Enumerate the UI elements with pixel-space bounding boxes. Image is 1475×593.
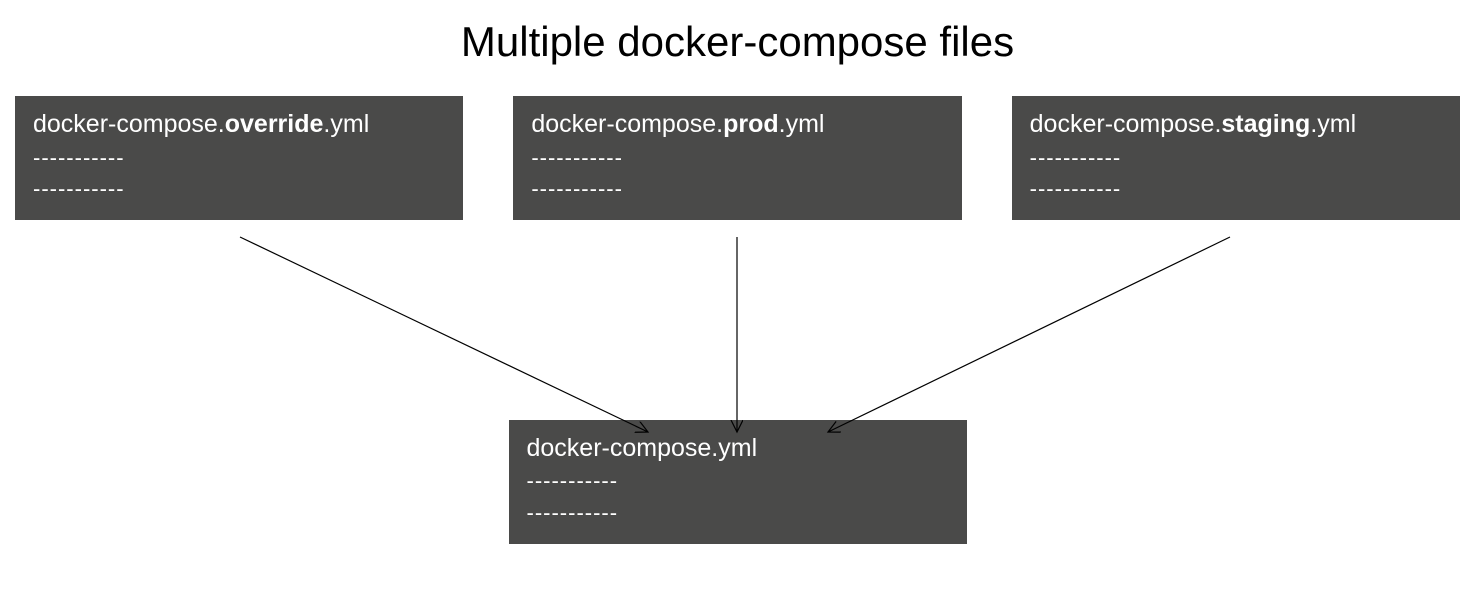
box-staging: docker-compose.staging.yml ----------- -… [1012, 96, 1460, 220]
box-prod-dashes2: ----------- [531, 174, 943, 204]
label-suffix: .yml [779, 110, 825, 138]
bottom-row: docker-compose.yml ----------- ---------… [0, 420, 1475, 544]
label-suffix: .yml [323, 110, 369, 138]
diagram-title: Multiple docker-compose files [0, 0, 1475, 96]
box-staging-dashes2: ----------- [1030, 174, 1442, 204]
box-base-label: docker-compose.yml [527, 432, 949, 465]
box-override-dashes2: ----------- [33, 174, 445, 204]
box-override-label: docker-compose.override.yml [33, 108, 445, 141]
box-staging-label: docker-compose.staging.yml [1030, 108, 1442, 141]
label-bold: override [225, 110, 324, 138]
box-override: docker-compose.override.yml ----------- … [15, 96, 463, 220]
arrow-override [240, 237, 648, 432]
label-prefix: docker-compose. [33, 110, 225, 138]
box-base-dashes2: ----------- [527, 498, 949, 528]
arrow-staging [828, 237, 1230, 432]
label-bold: staging [1221, 110, 1310, 138]
box-override-dashes1: ----------- [33, 143, 445, 173]
label-suffix: .yml [1310, 110, 1356, 138]
box-staging-dashes1: ----------- [1030, 143, 1442, 173]
box-prod-label: docker-compose.prod.yml [531, 108, 943, 141]
top-row: docker-compose.override.yml ----------- … [0, 96, 1475, 220]
label-bold: prod [723, 110, 779, 138]
box-prod: docker-compose.prod.yml ----------- ----… [513, 96, 961, 220]
box-base: docker-compose.yml ----------- ---------… [509, 420, 967, 544]
box-prod-dashes1: ----------- [531, 143, 943, 173]
label-prefix: docker-compose. [531, 110, 723, 138]
label-prefix: docker-compose. [1030, 110, 1222, 138]
box-base-dashes1: ----------- [527, 466, 949, 496]
